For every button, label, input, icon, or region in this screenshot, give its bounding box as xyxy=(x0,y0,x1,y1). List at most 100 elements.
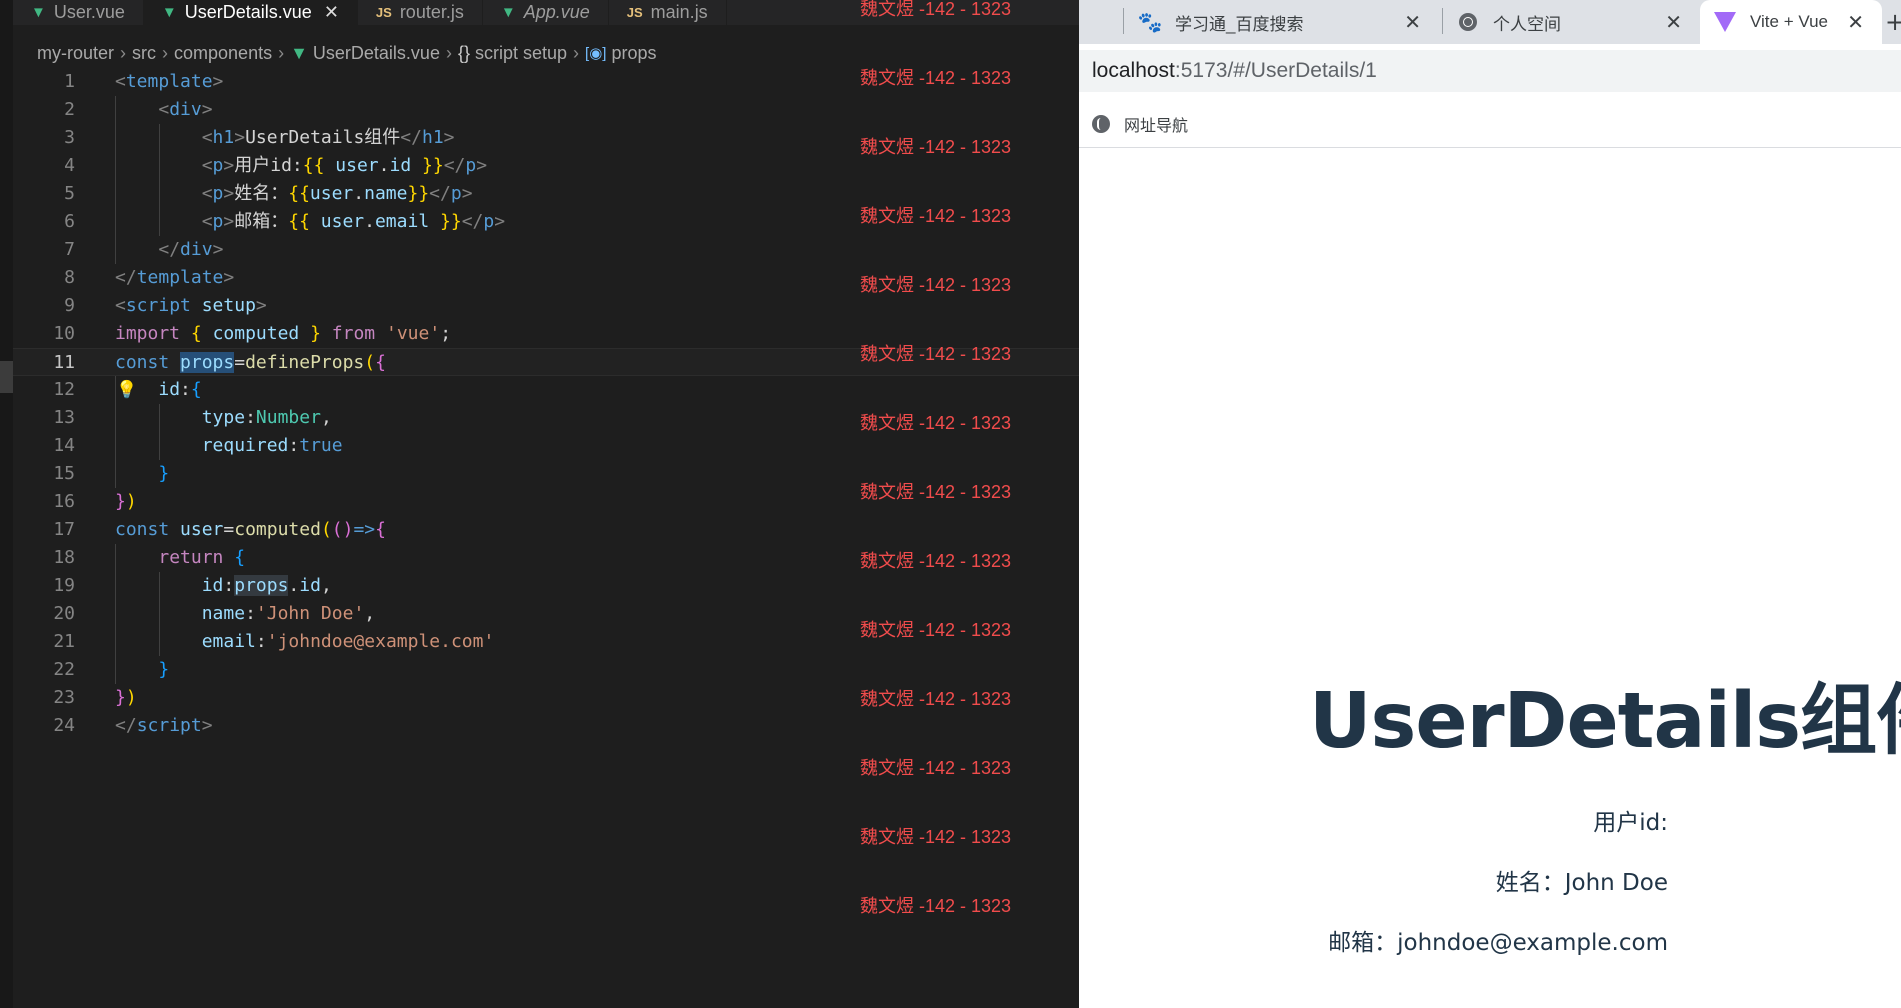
code-text: <h1>UserDetails组件</h1> xyxy=(201,127,455,148)
line-number: 22 xyxy=(53,659,75,680)
url-path: :5173/#/UserDetails/1 xyxy=(1174,59,1377,82)
code-text: return { xyxy=(158,547,246,568)
line-number: 8 xyxy=(64,267,75,288)
line-number: 18 xyxy=(53,547,75,568)
code-line: 19 id:props.id, xyxy=(13,572,1079,600)
vue-file-icon: ▼ xyxy=(31,4,46,21)
watermark-text: 魏文煜 -142 - 1323 xyxy=(860,275,1012,295)
line-number: 4 xyxy=(64,155,75,176)
browser-tab-personal-space[interactable]: 个人空间 ✕ xyxy=(1457,0,1700,44)
code-text: type:Number, xyxy=(201,407,332,428)
code-line: 17 const user=computed(()=>{ xyxy=(13,516,1079,544)
js-file-icon: JS xyxy=(626,5,643,20)
code-text: } xyxy=(158,659,170,680)
close-icon[interactable]: ✕ xyxy=(1665,10,1682,35)
editor-tab-user-vue[interactable]: ▼ User.vue xyxy=(13,0,144,25)
symbol-variable-icon: [◉] xyxy=(585,45,607,62)
line-number: 20 xyxy=(53,603,75,624)
chevron-right-icon: › xyxy=(573,42,580,63)
breadcrumb-file[interactable]: UserDetails.vue xyxy=(313,43,440,64)
browser-tab-vite-vue[interactable]: Vite + Vue ✕ xyxy=(1700,0,1882,44)
chevron-right-icon: › xyxy=(445,42,452,63)
code-line: 24 </script> xyxy=(13,712,1079,740)
close-icon[interactable]: ✕ xyxy=(1404,10,1421,35)
new-tab-icon[interactable]: + xyxy=(1885,8,1901,36)
line-number: 16 xyxy=(53,491,75,512)
watermark-text: 魏文煜 -142 - 1323 xyxy=(860,0,1012,19)
breadcrumb: my-router › src › components › ▼ UserDet… xyxy=(37,41,657,65)
breadcrumb-item[interactable]: components xyxy=(174,43,272,64)
braces-icon: {} xyxy=(457,42,470,63)
user-name-text: 姓名：John Doe xyxy=(1495,870,1668,896)
line-number: 2 xyxy=(64,99,75,120)
code-text: </div> xyxy=(158,239,224,260)
chevron-right-icon: › xyxy=(162,42,169,63)
line-number: 6 xyxy=(64,211,75,232)
breadcrumb-symbol[interactable]: props xyxy=(611,43,656,64)
baidu-paw-icon: 🐾 xyxy=(1137,11,1163,34)
line-number: 10 xyxy=(53,323,75,344)
close-icon[interactable]: ✕ xyxy=(1847,10,1864,35)
globe-icon xyxy=(1457,11,1479,33)
browser-tab-title: 学习通_百度搜索 xyxy=(1175,14,1304,34)
watermark-text: 魏文煜 -142 - 1323 xyxy=(860,551,1012,571)
line-number: 17 xyxy=(53,519,75,540)
browser-tab-baidu[interactable]: 🐾 学习通_百度搜索 ✕ xyxy=(1137,0,1439,44)
line-number: 13 xyxy=(53,407,75,428)
vite-icon xyxy=(1714,11,1736,33)
line-number: 23 xyxy=(53,687,75,708)
line-number: 7 xyxy=(64,239,75,260)
watermark-text: 魏文煜 -142 - 1323 xyxy=(860,344,1012,364)
user-id-line: 用户id: xyxy=(1079,803,1901,837)
activity-marker xyxy=(0,361,13,393)
code-text: <script setup> xyxy=(115,295,267,316)
user-email-line: 邮箱：johndoe@example.com xyxy=(1079,923,1901,957)
code-text: <template> xyxy=(115,71,224,92)
watermark-text: 魏文煜 -142 - 1323 xyxy=(860,620,1012,640)
watermark-text: 魏文煜 -142 - 1323 xyxy=(860,68,1012,88)
code-text: }) xyxy=(115,491,137,512)
breadcrumb-item[interactable]: my-router xyxy=(37,43,114,64)
tab-divider xyxy=(1123,8,1124,34)
editor-tab-userdetails-vue[interactable]: ▼ UserDetails.vue ✕ xyxy=(143,0,358,25)
line-number: 9 xyxy=(64,295,75,316)
user-email-text: 邮箱：johndoe@example.com xyxy=(1328,930,1668,956)
code-text: const props=defineProps({ xyxy=(115,352,386,373)
user-id-label: 用户id: xyxy=(1593,810,1668,836)
vue-file-icon: ▼ xyxy=(161,4,177,21)
watermark-text: 魏文煜 -142 - 1323 xyxy=(860,206,1012,226)
tab-divider xyxy=(1442,8,1443,34)
line-number: 24 xyxy=(53,715,75,736)
code-text: required:true xyxy=(201,435,343,456)
page-content: UserDetails组件 用户id: 姓名：John Doe 邮箱：johnd… xyxy=(1079,149,1901,1008)
activity-bar xyxy=(0,0,13,1008)
js-file-icon: JS xyxy=(375,5,392,20)
code-line: 14 required:true xyxy=(13,432,1079,460)
watermark-text: 魏文煜 -142 - 1323 xyxy=(860,827,1012,847)
vue-file-icon: ▼ xyxy=(290,42,308,63)
breadcrumb-item[interactable]: src xyxy=(132,43,156,64)
code-line: 7 </div> xyxy=(13,236,1079,264)
code-text: const user=computed(()=>{ xyxy=(115,519,386,540)
address-bar[interactable]: localhost:5173/#/UserDetails/1 xyxy=(1079,50,1901,92)
bookmark-item[interactable]: 网址导航 xyxy=(1124,112,1188,136)
watermark-text: 魏文煜 -142 - 1323 xyxy=(860,758,1012,778)
code-line: 2 <div> xyxy=(13,96,1079,124)
close-tab-icon[interactable]: ✕ xyxy=(324,2,339,23)
editor-tab-app-vue[interactable]: ▼ App.vue xyxy=(483,0,609,25)
breadcrumb-block[interactable]: script setup xyxy=(475,43,567,64)
url-host: localhost xyxy=(1092,59,1175,82)
code-text: id:{ xyxy=(158,379,202,400)
browser-window: 🐾 学习通_百度搜索 ✕ 个人空间 ✕ Vite + Vue ✕ + local… xyxy=(1079,0,1901,1008)
editor-tab-router-js[interactable]: JS router.js xyxy=(358,0,483,25)
line-number: 12 xyxy=(53,379,75,400)
browser-tab-bar: 🐾 学习通_百度搜索 ✕ 个人空间 ✕ Vite + Vue ✕ + xyxy=(1079,0,1901,44)
code-text: }) xyxy=(115,687,137,708)
line-number: 3 xyxy=(64,127,75,148)
line-number: 5 xyxy=(64,183,75,204)
chevron-right-icon: › xyxy=(278,42,285,63)
code-text: </template> xyxy=(115,267,235,288)
editor-tab-main-js[interactable]: JS main.js xyxy=(609,0,727,25)
code-line: 22 } xyxy=(13,656,1079,684)
code-text: <p>邮箱：{{ user.email }}</p> xyxy=(201,211,506,232)
